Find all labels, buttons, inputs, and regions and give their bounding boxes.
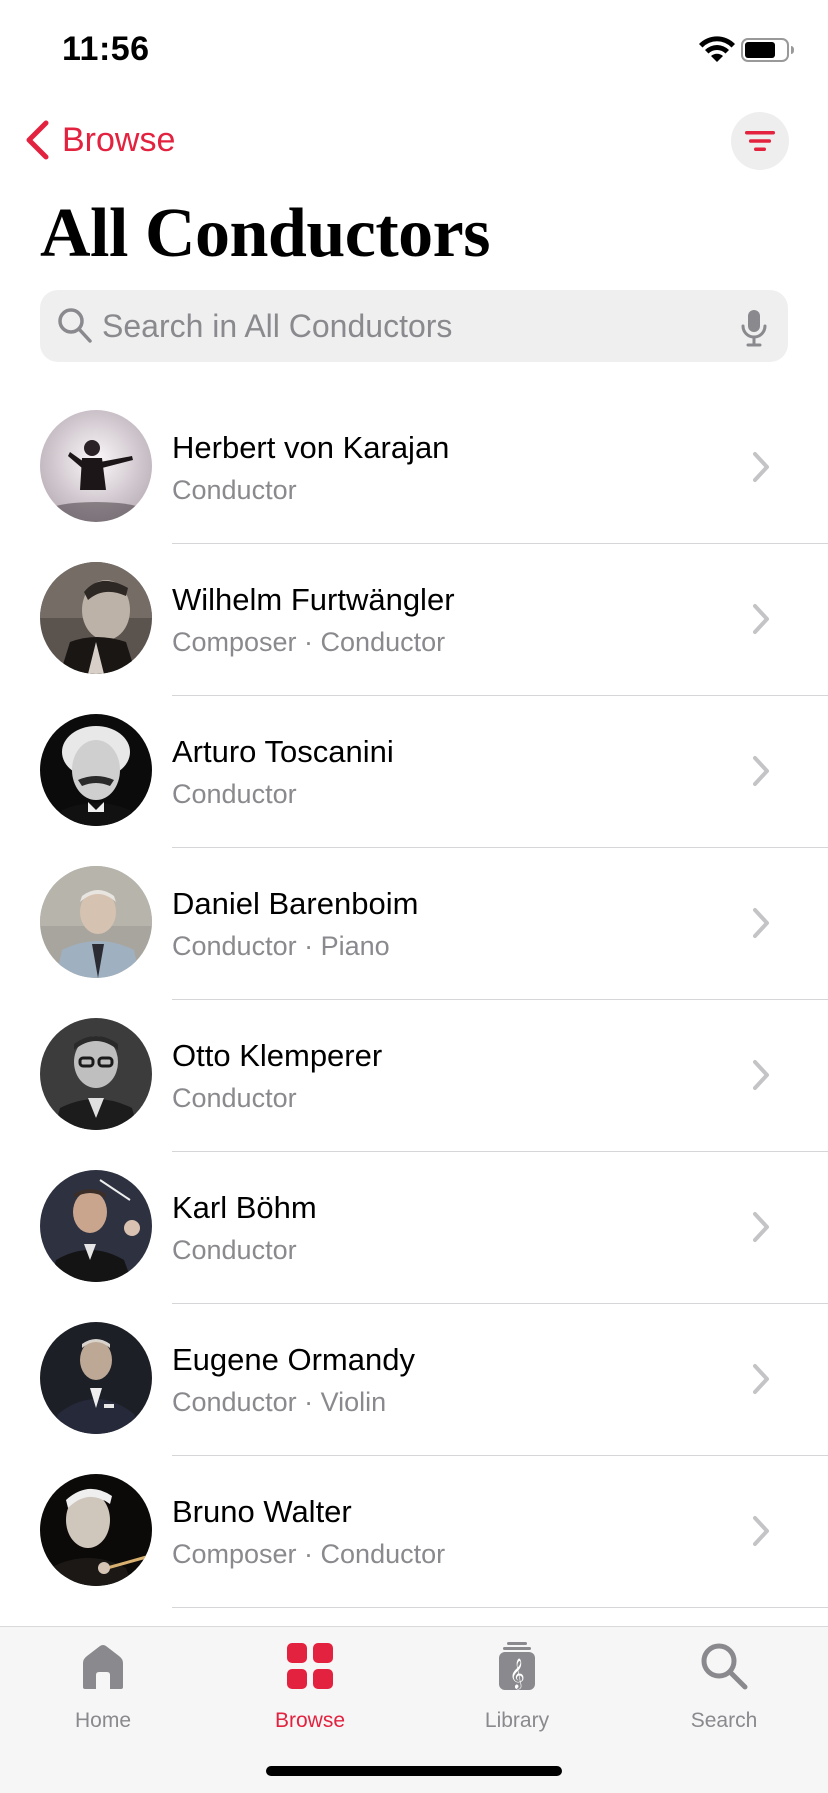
- search-icon: [701, 1643, 748, 1690]
- chevron-left-icon: [26, 120, 49, 160]
- list-item[interactable]: Daniel Barenboim Conductor · Piano: [0, 866, 828, 1018]
- tab-home[interactable]: Home: [23, 1641, 183, 1751]
- avatar: [40, 1018, 152, 1130]
- avatar: [40, 1170, 152, 1282]
- status-bar: 11:56: [0, 0, 828, 100]
- conductor-name: Bruno Walter: [172, 1494, 352, 1529]
- conductor-role: Conductor: [172, 1083, 297, 1113]
- list-item[interactable]: Arturo Toscanini Conductor: [0, 714, 828, 866]
- magnifier-icon: [58, 308, 92, 343]
- search-input[interactable]: [102, 290, 722, 362]
- conductor-name: Karl Böhm: [172, 1190, 317, 1225]
- list-item[interactable]: Otto Klemperer Conductor: [0, 1018, 828, 1170]
- chevron-right-icon: [753, 604, 769, 634]
- chevron-right-icon: [753, 1516, 769, 1546]
- list-item[interactable]: Herbert von Karajan Conductor: [0, 410, 828, 562]
- chevron-right-icon: [753, 452, 769, 482]
- tab-search[interactable]: Search: [644, 1641, 804, 1751]
- chevron-right-icon: [753, 1212, 769, 1242]
- avatar: [40, 562, 152, 674]
- tab-label: Home: [74, 1709, 132, 1732]
- status-time: 11:56: [62, 30, 150, 68]
- divider: [172, 847, 828, 848]
- conductor-role: Composer · Conductor: [172, 627, 446, 657]
- conductor-role: Conductor: [172, 779, 297, 809]
- grid-icon: [287, 1643, 333, 1689]
- conductor-name: Otto Klemperer: [172, 1038, 383, 1073]
- tab-label: Library: [484, 1709, 550, 1732]
- chevron-right-icon: [753, 908, 769, 938]
- microphone-icon[interactable]: [740, 308, 768, 348]
- wifi-icon: [699, 36, 735, 62]
- filter-icon: [745, 131, 775, 151]
- battery-icon: [741, 38, 794, 62]
- page-title: All Conductors: [40, 195, 490, 272]
- avatar: [40, 714, 152, 826]
- avatar: [40, 866, 152, 978]
- chevron-right-icon: [753, 756, 769, 786]
- divider: [172, 999, 828, 1000]
- avatar: [40, 1474, 152, 1586]
- tab-browse[interactable]: Browse: [230, 1641, 390, 1751]
- conductor-role: Conductor · Piano: [172, 931, 390, 961]
- conductor-list: Herbert von Karajan Conductor Wilhelm Fu…: [0, 410, 828, 1626]
- divider: [172, 695, 828, 696]
- filter-button[interactable]: [731, 112, 789, 170]
- house-icon: [83, 1645, 123, 1689]
- conductor-name: Wilhelm Furtwängler: [172, 582, 455, 617]
- conductor-name: Herbert von Karajan: [172, 430, 450, 465]
- chevron-right-icon: [753, 1060, 769, 1090]
- divider: [172, 1455, 828, 1456]
- search-bar[interactable]: [40, 290, 788, 362]
- divider: [172, 1607, 828, 1608]
- tab-library[interactable]: 𝄞 Library: [437, 1641, 597, 1751]
- home-indicator: [266, 1766, 562, 1776]
- svg-text:𝄞: 𝄞: [509, 1658, 524, 1690]
- back-button[interactable]: Browse: [24, 118, 175, 162]
- list-item[interactable]: Wilhelm Furtwängler Composer · Conductor: [0, 562, 828, 714]
- avatar: [40, 1322, 152, 1434]
- avatar: [40, 410, 152, 522]
- conductor-name: Eugene Ormandy: [172, 1342, 415, 1377]
- chevron-right-icon: [753, 1364, 769, 1394]
- list-item[interactable]: Bruno Walter Composer · Conductor: [0, 1474, 828, 1626]
- divider: [172, 1303, 828, 1304]
- conductor-name: Daniel Barenboim: [172, 886, 419, 921]
- back-button-label: Browse: [62, 120, 176, 159]
- conductor-role: Composer · Conductor: [172, 1539, 446, 1569]
- list-item[interactable]: Eugene Ormandy Conductor · Violin: [0, 1322, 828, 1474]
- divider: [172, 543, 828, 544]
- divider: [172, 1151, 828, 1152]
- tab-label: Search: [690, 1709, 758, 1732]
- conductor-name: Arturo Toscanini: [172, 734, 394, 769]
- tab-label: Browse: [274, 1709, 346, 1732]
- conductor-role: Conductor: [172, 475, 297, 505]
- conductor-role: Conductor: [172, 1235, 297, 1265]
- conductor-role: Conductor · Violin: [172, 1387, 387, 1417]
- library-icon: 𝄞: [499, 1642, 535, 1690]
- list-item[interactable]: Karl Böhm Conductor: [0, 1170, 828, 1322]
